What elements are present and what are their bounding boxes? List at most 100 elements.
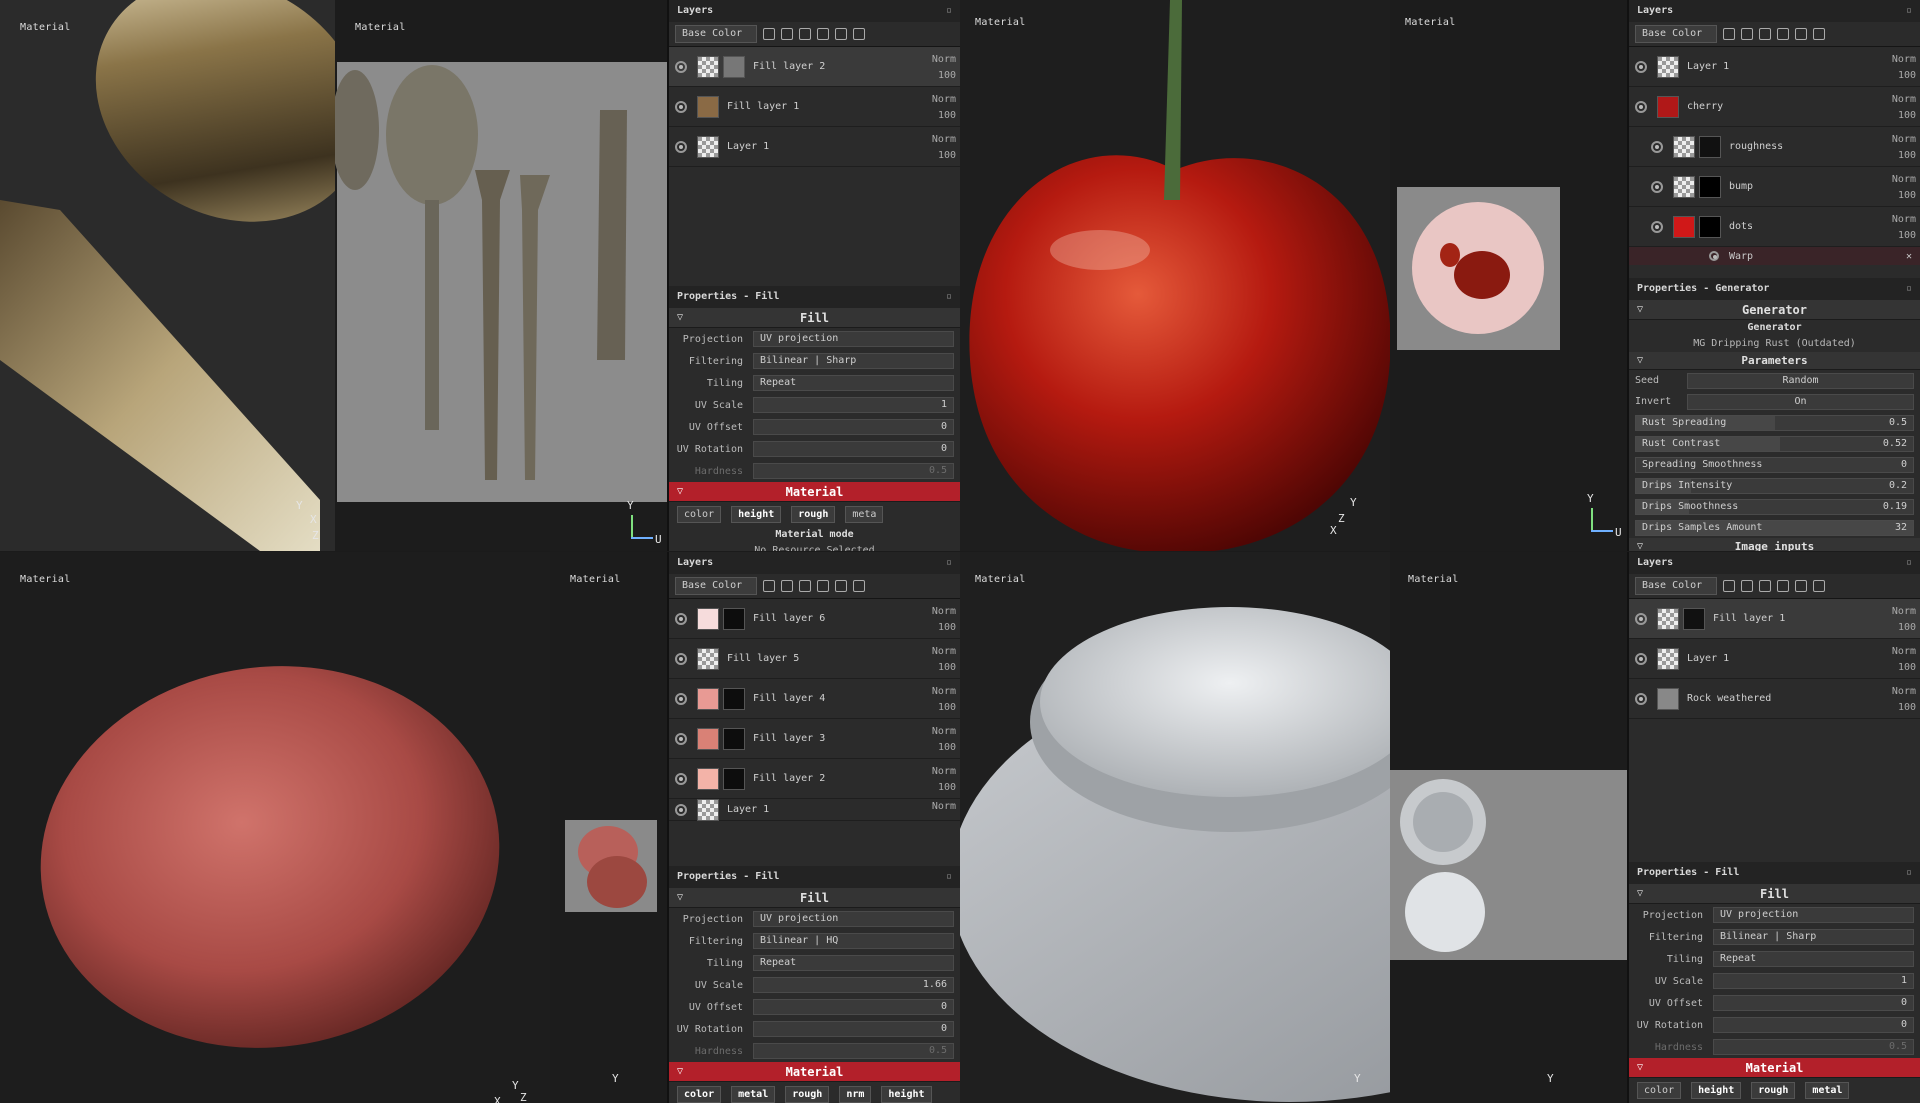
channel-select[interactable]: Base Color <box>1635 25 1717 43</box>
layer-row[interactable]: Fill layer 3 Norm 100 <box>669 719 960 759</box>
visibility-eye-icon[interactable] <box>1651 180 1663 193</box>
filtering-select[interactable]: Bilinear | HQ <box>753 933 954 949</box>
projection-select[interactable]: UV projection <box>1713 907 1914 923</box>
add-layer-icon[interactable] <box>1777 580 1789 592</box>
add-effect-icon[interactable] <box>799 28 811 40</box>
viewport-3d[interactable]: Material Y Z X <box>0 552 550 1103</box>
layer-row[interactable]: Layer 1 Norm 100 <box>1629 47 1920 87</box>
uv-rotation-slider[interactable]: 0 <box>753 1021 954 1037</box>
drips-samples-slider[interactable]: Drips Samples Amount 32 <box>1635 519 1914 536</box>
visibility-eye-icon[interactable] <box>1635 60 1647 73</box>
visibility-eye-icon[interactable] <box>675 732 687 745</box>
layer-row[interactable]: Fill layer 4 Norm 100 <box>669 679 960 719</box>
seed-button[interactable]: Random <box>1687 372 1914 389</box>
add-fill-icon[interactable] <box>1723 580 1735 592</box>
filtering-select[interactable]: Bilinear | Sharp <box>1713 929 1914 945</box>
viewport-3d[interactable]: Material Y X Z <box>0 0 335 551</box>
viewport-2d[interactable]: Material Y U <box>335 0 667 551</box>
warp-effect-row[interactable]: Warp ✕ <box>1629 247 1920 265</box>
fill-section-header[interactable]: ▽ Fill <box>669 888 960 908</box>
add-folder-icon[interactable] <box>1795 28 1807 40</box>
delete-layer-icon[interactable] <box>1813 580 1825 592</box>
viewport-2d[interactable]: Material Y U <box>1390 0 1627 551</box>
channel-select[interactable]: Base Color <box>675 25 757 43</box>
material-section-header[interactable]: ▽ Material <box>1629 1058 1920 1078</box>
generator-resource[interactable]: MG Dripping Rust (Outdated) <box>1629 336 1920 352</box>
chip-metal[interactable]: metal <box>731 1086 776 1103</box>
spreading-smoothness-slider[interactable]: Spreading Smoothness 0 <box>1635 456 1914 473</box>
visibility-eye-icon[interactable] <box>675 100 687 113</box>
add-effect-icon[interactable] <box>1759 28 1771 40</box>
channel-select[interactable]: Base Color <box>675 577 757 595</box>
chip-rough[interactable]: rough <box>1751 1082 1796 1099</box>
layer-row[interactable]: roughness Norm 100 <box>1629 127 1920 167</box>
chip-height[interactable]: height <box>1691 1082 1742 1099</box>
delete-layer-icon[interactable] <box>853 28 865 40</box>
layer-row[interactable]: Layer 1 Norm 100 <box>669 127 960 167</box>
visibility-eye-icon[interactable] <box>675 60 687 73</box>
visibility-eye-icon[interactable] <box>1651 220 1663 233</box>
visibility-eye-icon[interactable] <box>1635 692 1647 705</box>
parameters-section-header[interactable]: ▽ Parameters <box>1629 352 1920 370</box>
channel-select[interactable]: Base Color <box>1635 577 1717 595</box>
projection-select[interactable]: UV projection <box>753 911 954 927</box>
add-fill-icon[interactable] <box>1723 28 1735 40</box>
chip-color[interactable]: color <box>677 1086 722 1103</box>
viewport-3d[interactable]: Material Y Z X <box>960 0 1390 551</box>
layer-row[interactable]: bump Norm 100 <box>1629 167 1920 207</box>
uv-scale-slider[interactable]: 1 <box>1713 973 1914 989</box>
close-icon[interactable]: ✕ <box>1906 251 1912 262</box>
layer-row[interactable]: Fill layer 1 Norm 100 <box>1629 599 1920 639</box>
uv-offset-slider[interactable]: 0 <box>753 419 954 435</box>
viewport-2d[interactable]: Material Y <box>550 552 667 1103</box>
visibility-eye-icon[interactable] <box>675 772 687 785</box>
chip-height[interactable]: height <box>731 506 782 523</box>
material-section-header[interactable]: ▽ Material <box>669 482 960 502</box>
layer-row[interactable]: Fill layer 2 Norm 100 <box>669 759 960 799</box>
material-section-header[interactable]: ▽ Material <box>669 1062 960 1082</box>
chip-rough[interactable]: rough <box>791 506 836 523</box>
hardness-slider[interactable]: 0.5 <box>753 1043 954 1059</box>
delete-layer-icon[interactable] <box>1813 28 1825 40</box>
chip-color[interactable]: color <box>1637 1082 1682 1099</box>
invert-toggle[interactable]: On <box>1687 393 1914 410</box>
add-folder-icon[interactable] <box>835 28 847 40</box>
fill-section-header[interactable]: ▽ Fill <box>1629 884 1920 904</box>
chip-rough[interactable]: rough <box>785 1086 830 1103</box>
uv-scale-slider[interactable]: 1 <box>753 397 954 413</box>
uv-offset-slider[interactable]: 0 <box>1713 995 1914 1011</box>
generator-section-header[interactable]: ▽ Generator <box>1629 300 1920 320</box>
visibility-eye-icon[interactable] <box>1635 652 1647 665</box>
layer-row[interactable]: dots Norm 100 <box>1629 207 1920 247</box>
drips-intensity-slider[interactable]: Drips Intensity 0.2 <box>1635 477 1914 494</box>
image-inputs-section-header[interactable]: ▽ Image inputs <box>1629 538 1920 551</box>
add-effect-icon[interactable] <box>799 580 811 592</box>
visibility-eye-icon[interactable] <box>1709 251 1719 261</box>
uv-rotation-slider[interactable]: 0 <box>1713 1017 1914 1033</box>
fill-section-header[interactable]: ▽ Fill <box>669 308 960 328</box>
visibility-eye-icon[interactable] <box>675 692 687 705</box>
add-fill-icon[interactable] <box>763 580 775 592</box>
visibility-eye-icon[interactable] <box>675 803 687 816</box>
layer-row[interactable]: Fill layer 6 Norm 100 <box>669 599 960 639</box>
chip-height[interactable]: height <box>881 1086 932 1103</box>
visibility-eye-icon[interactable] <box>1635 100 1647 113</box>
rust-contrast-slider[interactable]: Rust Contrast 0.52 <box>1635 435 1914 452</box>
viewport-2d[interactable]: Material Y <box>1390 552 1627 1103</box>
add-fill-icon[interactable] <box>763 28 775 40</box>
rust-spreading-slider[interactable]: Rust Spreading 0.5 <box>1635 414 1914 431</box>
add-folder-icon[interactable] <box>835 580 847 592</box>
chip-nrm[interactable]: nrm <box>839 1086 872 1103</box>
delete-layer-icon[interactable] <box>853 580 865 592</box>
folder-row[interactable]: cherry Norm 100 <box>1629 87 1920 127</box>
uv-offset-slider[interactable]: 0 <box>753 999 954 1015</box>
visibility-eye-icon[interactable] <box>1635 612 1647 625</box>
layer-row[interactable]: Fill layer 5 Norm 100 <box>669 639 960 679</box>
tiling-select[interactable]: Repeat <box>753 955 954 971</box>
drips-smoothness-slider[interactable]: Drips Smoothness 0.19 <box>1635 498 1914 515</box>
layer-row[interactable]: Fill layer 1 Norm 100 <box>669 87 960 127</box>
uv-rotation-slider[interactable]: 0 <box>753 441 954 457</box>
visibility-eye-icon[interactable] <box>1651 140 1663 153</box>
filtering-select[interactable]: Bilinear | Sharp <box>753 353 954 369</box>
add-effect-icon[interactable] <box>1759 580 1771 592</box>
